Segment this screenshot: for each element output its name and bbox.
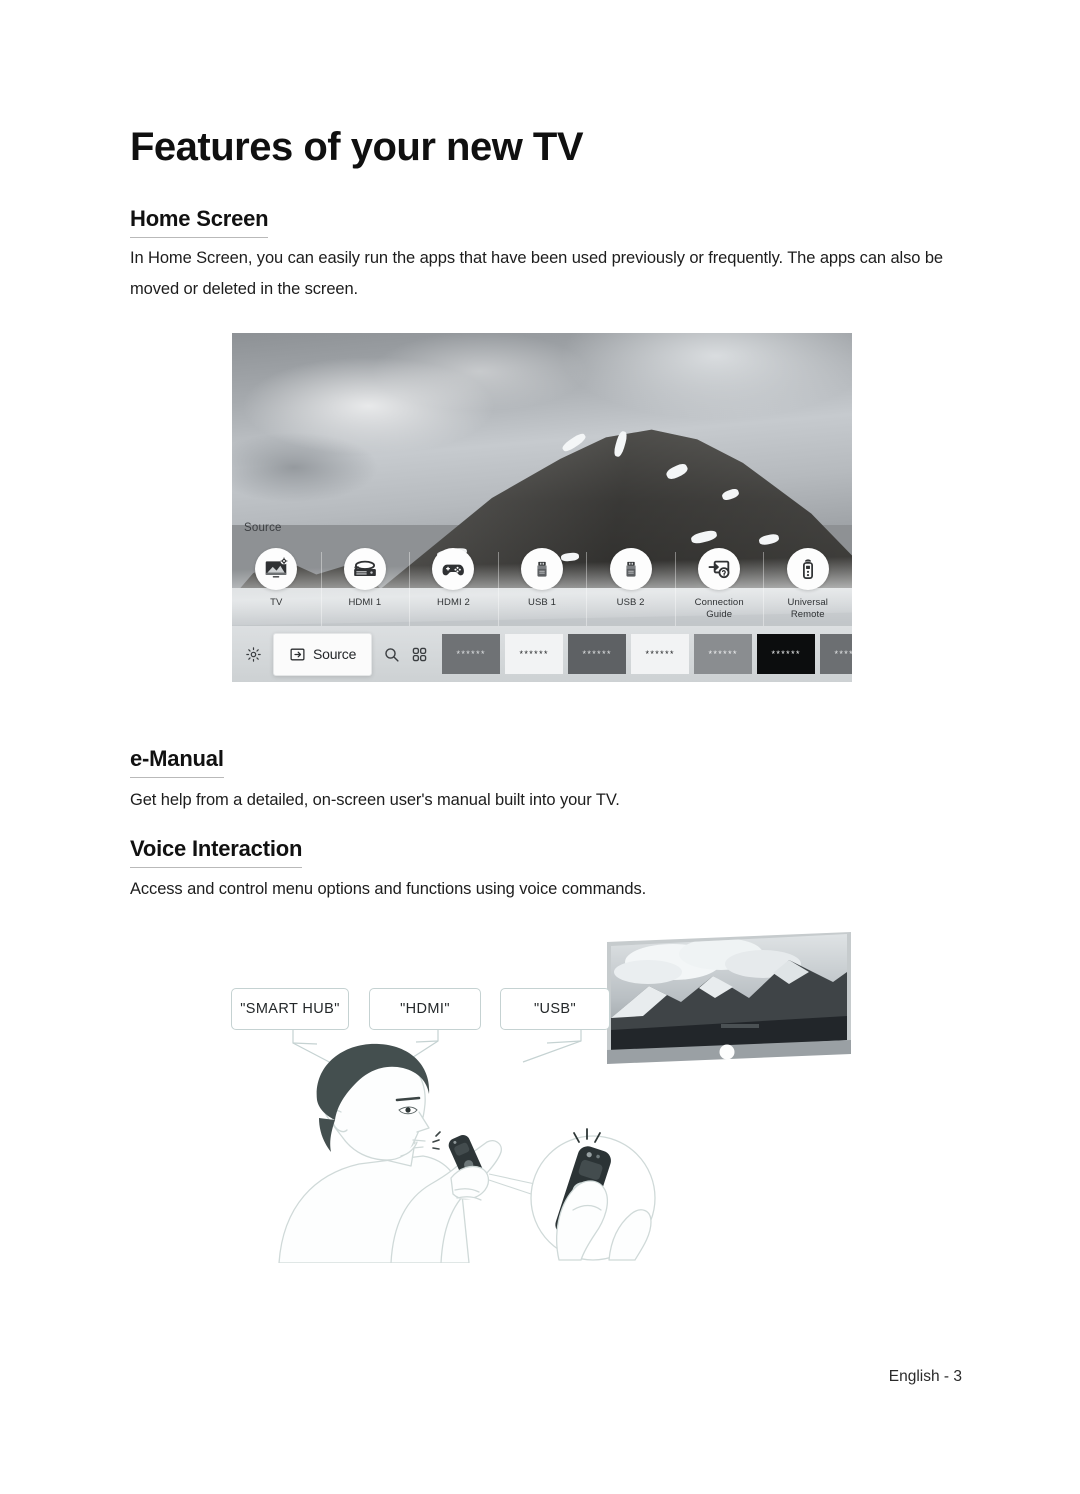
source-item-label: USB 1 [528, 597, 556, 608]
page-footer: English - 3 [888, 1368, 962, 1385]
section-body-e-manual: Get help from a detailed, on-screen user… [130, 791, 620, 809]
tv-taskbar: Source ****** ****** ****** ****** *****… [232, 626, 852, 682]
app-tile[interactable]: ****** [694, 634, 753, 674]
page-title: Features of your new TV [130, 125, 584, 169]
source-item-usb-1[interactable]: USB 1 [497, 548, 587, 626]
source-item-label: Universal Remote [787, 597, 828, 620]
source-item-tv[interactable]: TV [232, 548, 321, 609]
source-item-hdmi-1[interactable]: HDMI 1 [320, 548, 410, 626]
connection-guide-icon [698, 548, 741, 590]
search-icon[interactable] [383, 646, 400, 663]
app-tile[interactable]: ****** [442, 634, 501, 674]
source-item-universal-remote[interactable]: Universal Remote [763, 548, 852, 626]
speech-bubble-smart-hub: "SMART HUB" [231, 988, 349, 1030]
speech-bubble-text: "HDMI" [400, 1001, 450, 1017]
speech-bubble-text: "SMART HUB" [240, 1001, 340, 1017]
tv-icon [255, 548, 298, 590]
section-body-voice-interaction: Access and control menu options and func… [130, 880, 647, 898]
section-heading-home-screen: Home Screen [130, 206, 269, 238]
manual-page: Features of your new TV Home Screen In H… [0, 0, 1080, 1494]
source-item-label: USB 2 [616, 597, 645, 608]
speech-bubble-usb: "USB" [500, 988, 610, 1030]
source-item-label: Connection Guide [694, 597, 744, 620]
section-body-home-screen: In Home Screen, you can easily run the a… [130, 249, 943, 298]
source-list: TV HDMI 1 HDMI 2 USB 1 USB 2 Connection … [232, 548, 852, 633]
gear-icon[interactable] [245, 646, 262, 663]
speech-bubble-hdmi: "HDMI" [369, 988, 481, 1030]
source-item-label: TV [270, 597, 283, 608]
usb-drive-icon [609, 548, 652, 590]
section-heading-e-manual: e-Manual [130, 746, 224, 778]
section-heading-voice-interaction: Voice Interaction [130, 836, 302, 868]
universal-remote-icon [786, 548, 829, 590]
usb-drive-icon [521, 548, 564, 590]
source-button[interactable]: Source [273, 632, 373, 676]
source-item-hdmi-2[interactable]: HDMI 2 [409, 548, 498, 626]
source-item-label: HDMI 1 [348, 597, 382, 608]
speech-bubble-text: "USB" [533, 1001, 577, 1017]
source-item-connection-guide[interactable]: Connection Guide [674, 548, 764, 626]
voice-interaction-figure: "SMART HUB" "HDMI" "USB" [225, 920, 865, 1265]
source-item-usb-2[interactable]: USB 2 [586, 548, 675, 626]
bluray-player-icon [343, 548, 386, 590]
source-panel-label: Source [244, 522, 282, 534]
source-item-label: HDMI 2 [437, 597, 470, 608]
apps-grid-icon[interactable] [411, 646, 428, 663]
app-tile[interactable]: ****** [505, 634, 564, 674]
game-controller-icon [432, 548, 475, 590]
app-tile[interactable]: ****** [820, 634, 852, 674]
app-tile[interactable]: ****** [568, 634, 627, 674]
taskbar-left-controls: Source [232, 632, 428, 676]
home-screen-figure: Source TV HDMI 1 HDMI 2 USB 1 USB 2 Conn… [232, 333, 852, 682]
person-illustration [273, 1038, 673, 1263]
app-tile[interactable]: ****** [631, 634, 690, 674]
source-button-label: Source [313, 646, 357, 662]
app-tile[interactable]: ****** [757, 634, 816, 674]
source-input-icon [290, 648, 305, 660]
app-tile-list: ****** ****** ****** ****** ****** *****… [442, 634, 852, 674]
